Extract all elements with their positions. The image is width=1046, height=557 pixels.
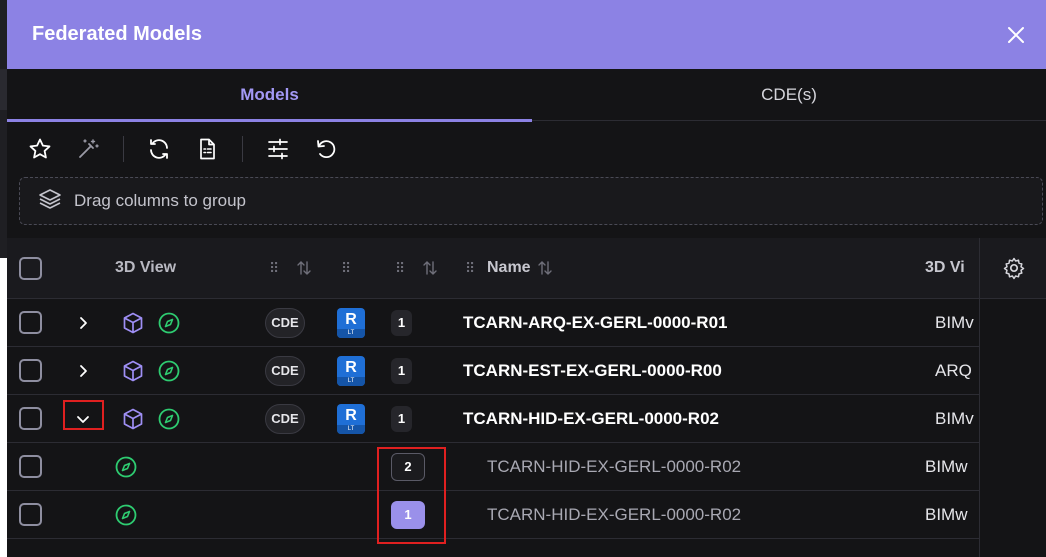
column-header-name[interactable]: Name bbox=[487, 238, 553, 298]
compass-icon[interactable] bbox=[114, 491, 138, 538]
view-name: ARQ bbox=[935, 360, 972, 380]
model-name[interactable]: TCARN-ARQ-EX-GERL-0000-R01 bbox=[463, 313, 727, 333]
dialog-title: Federated Models bbox=[32, 23, 203, 45]
models-grid: 3D View ⠿ ⠿ ⠿ ⠿ Name 3D Vi CDE R LT 1 TC… bbox=[7, 238, 1046, 557]
refresh-icon[interactable] bbox=[146, 136, 172, 162]
undo-icon[interactable] bbox=[313, 136, 339, 162]
chevron-right-icon[interactable] bbox=[75, 299, 91, 346]
version-badge[interactable]: 1 bbox=[391, 357, 412, 384]
tab-cdes[interactable]: CDE(s) bbox=[532, 69, 1046, 121]
sort-icon[interactable] bbox=[296, 238, 312, 298]
close-icon[interactable] bbox=[1004, 23, 1028, 47]
row-checkbox[interactable] bbox=[19, 503, 42, 526]
cube-icon[interactable] bbox=[121, 299, 145, 346]
drag-handle-icon[interactable]: ⠿ bbox=[341, 238, 351, 298]
version-badge[interactable]: 1 bbox=[391, 405, 412, 432]
column-header-label: Name bbox=[487, 259, 531, 276]
star-icon[interactable] bbox=[27, 136, 53, 162]
federated-models-dialog: Federated Models Models CDE(s) Drag colu… bbox=[7, 0, 1046, 557]
grid-header-row: 3D View ⠿ ⠿ ⠿ ⠿ Name 3D Vi bbox=[7, 238, 1046, 299]
dialog-header: Federated Models bbox=[7, 0, 1046, 69]
tab-bar: Models CDE(s) bbox=[7, 69, 1046, 122]
magic-wand-icon[interactable] bbox=[75, 136, 101, 162]
column-header-label: 3D Vi bbox=[925, 259, 965, 276]
highlight-box bbox=[377, 447, 446, 544]
cde-badge[interactable]: CDE bbox=[265, 403, 305, 434]
revit-lt-icon: R LT bbox=[337, 355, 365, 386]
model-name[interactable]: TCARN-HID-EX-GERL-0000-R02 bbox=[487, 457, 741, 477]
toolbar-separator bbox=[123, 136, 124, 162]
compass-icon[interactable] bbox=[157, 395, 181, 442]
table-row[interactable]: CDE R LT 1 TCARN-ARQ-EX-GERL-0000-R01 BIM… bbox=[7, 299, 1046, 347]
row-checkbox[interactable] bbox=[19, 311, 42, 334]
view-name: BIMw bbox=[925, 456, 968, 476]
table-row[interactable]: CDE R LT 1 TCARN-HID-EX-GERL-0000-R02 BIM… bbox=[7, 395, 1046, 443]
select-all-cell bbox=[19, 238, 42, 298]
view-name: BIMw bbox=[925, 504, 968, 524]
compass-icon[interactable] bbox=[157, 347, 181, 394]
layers-icon bbox=[38, 187, 62, 216]
toolbar bbox=[7, 121, 1046, 177]
settings-column bbox=[979, 238, 1046, 557]
backdrop-strip bbox=[0, 69, 7, 110]
drag-handle-icon[interactable]: ⠿ bbox=[269, 238, 279, 298]
column-header-label: 3D View bbox=[115, 259, 177, 276]
sort-icon[interactable] bbox=[422, 238, 438, 298]
child-table-row[interactable]: 2 TCARN-HID-EX-GERL-0000-R02 BIMw bbox=[7, 443, 1046, 491]
cde-badge[interactable]: CDE bbox=[265, 307, 305, 338]
drag-handle-icon[interactable]: ⠿ bbox=[395, 238, 405, 298]
view-name: BIMv bbox=[935, 408, 974, 428]
version-badge[interactable]: 1 bbox=[391, 309, 412, 336]
sliders-icon[interactable] bbox=[265, 136, 291, 162]
column-header-3d-view[interactable]: 3D View bbox=[115, 238, 176, 298]
revit-lt-icon: R LT bbox=[337, 403, 365, 434]
group-drop-zone-label: Drag columns to group bbox=[74, 191, 246, 210]
model-name[interactable]: TCARN-EST-EX-GERL-0000-R00 bbox=[463, 361, 722, 381]
select-all-checkbox[interactable] bbox=[19, 256, 42, 280]
column-header-3d-view-2[interactable]: 3D Vi bbox=[925, 238, 965, 298]
row-checkbox[interactable] bbox=[19, 455, 42, 478]
row-checkbox[interactable] bbox=[19, 359, 42, 382]
sort-icon[interactable] bbox=[537, 260, 553, 276]
chevron-right-icon[interactable] bbox=[75, 347, 91, 394]
cde-badge[interactable]: CDE bbox=[265, 355, 305, 386]
model-name[interactable]: TCARN-HID-EX-GERL-0000-R02 bbox=[463, 409, 719, 429]
drag-handle-icon[interactable]: ⠿ bbox=[465, 238, 475, 298]
view-name: BIMv bbox=[935, 312, 974, 332]
document-icon[interactable] bbox=[194, 136, 220, 162]
backdrop-strip-light bbox=[0, 258, 7, 557]
compass-icon[interactable] bbox=[114, 443, 138, 490]
cube-icon[interactable] bbox=[121, 395, 145, 442]
child-table-row[interactable]: 1 TCARN-HID-EX-GERL-0000-R02 BIMw bbox=[7, 491, 1046, 539]
toolbar-separator bbox=[242, 136, 243, 162]
revit-lt-icon: R LT bbox=[337, 307, 365, 338]
compass-icon[interactable] bbox=[157, 299, 181, 346]
cube-icon[interactable] bbox=[121, 347, 145, 394]
table-row[interactable]: CDE R LT 1 TCARN-EST-EX-GERL-0000-R00 ARQ bbox=[7, 347, 1046, 395]
highlight-box bbox=[63, 400, 104, 430]
model-name[interactable]: TCARN-HID-EX-GERL-0000-R02 bbox=[487, 505, 741, 525]
gear-icon[interactable] bbox=[980, 238, 1046, 299]
row-checkbox[interactable] bbox=[19, 407, 42, 430]
group-drop-zone[interactable]: Drag columns to group bbox=[19, 177, 1043, 225]
tab-models[interactable]: Models bbox=[7, 69, 532, 122]
